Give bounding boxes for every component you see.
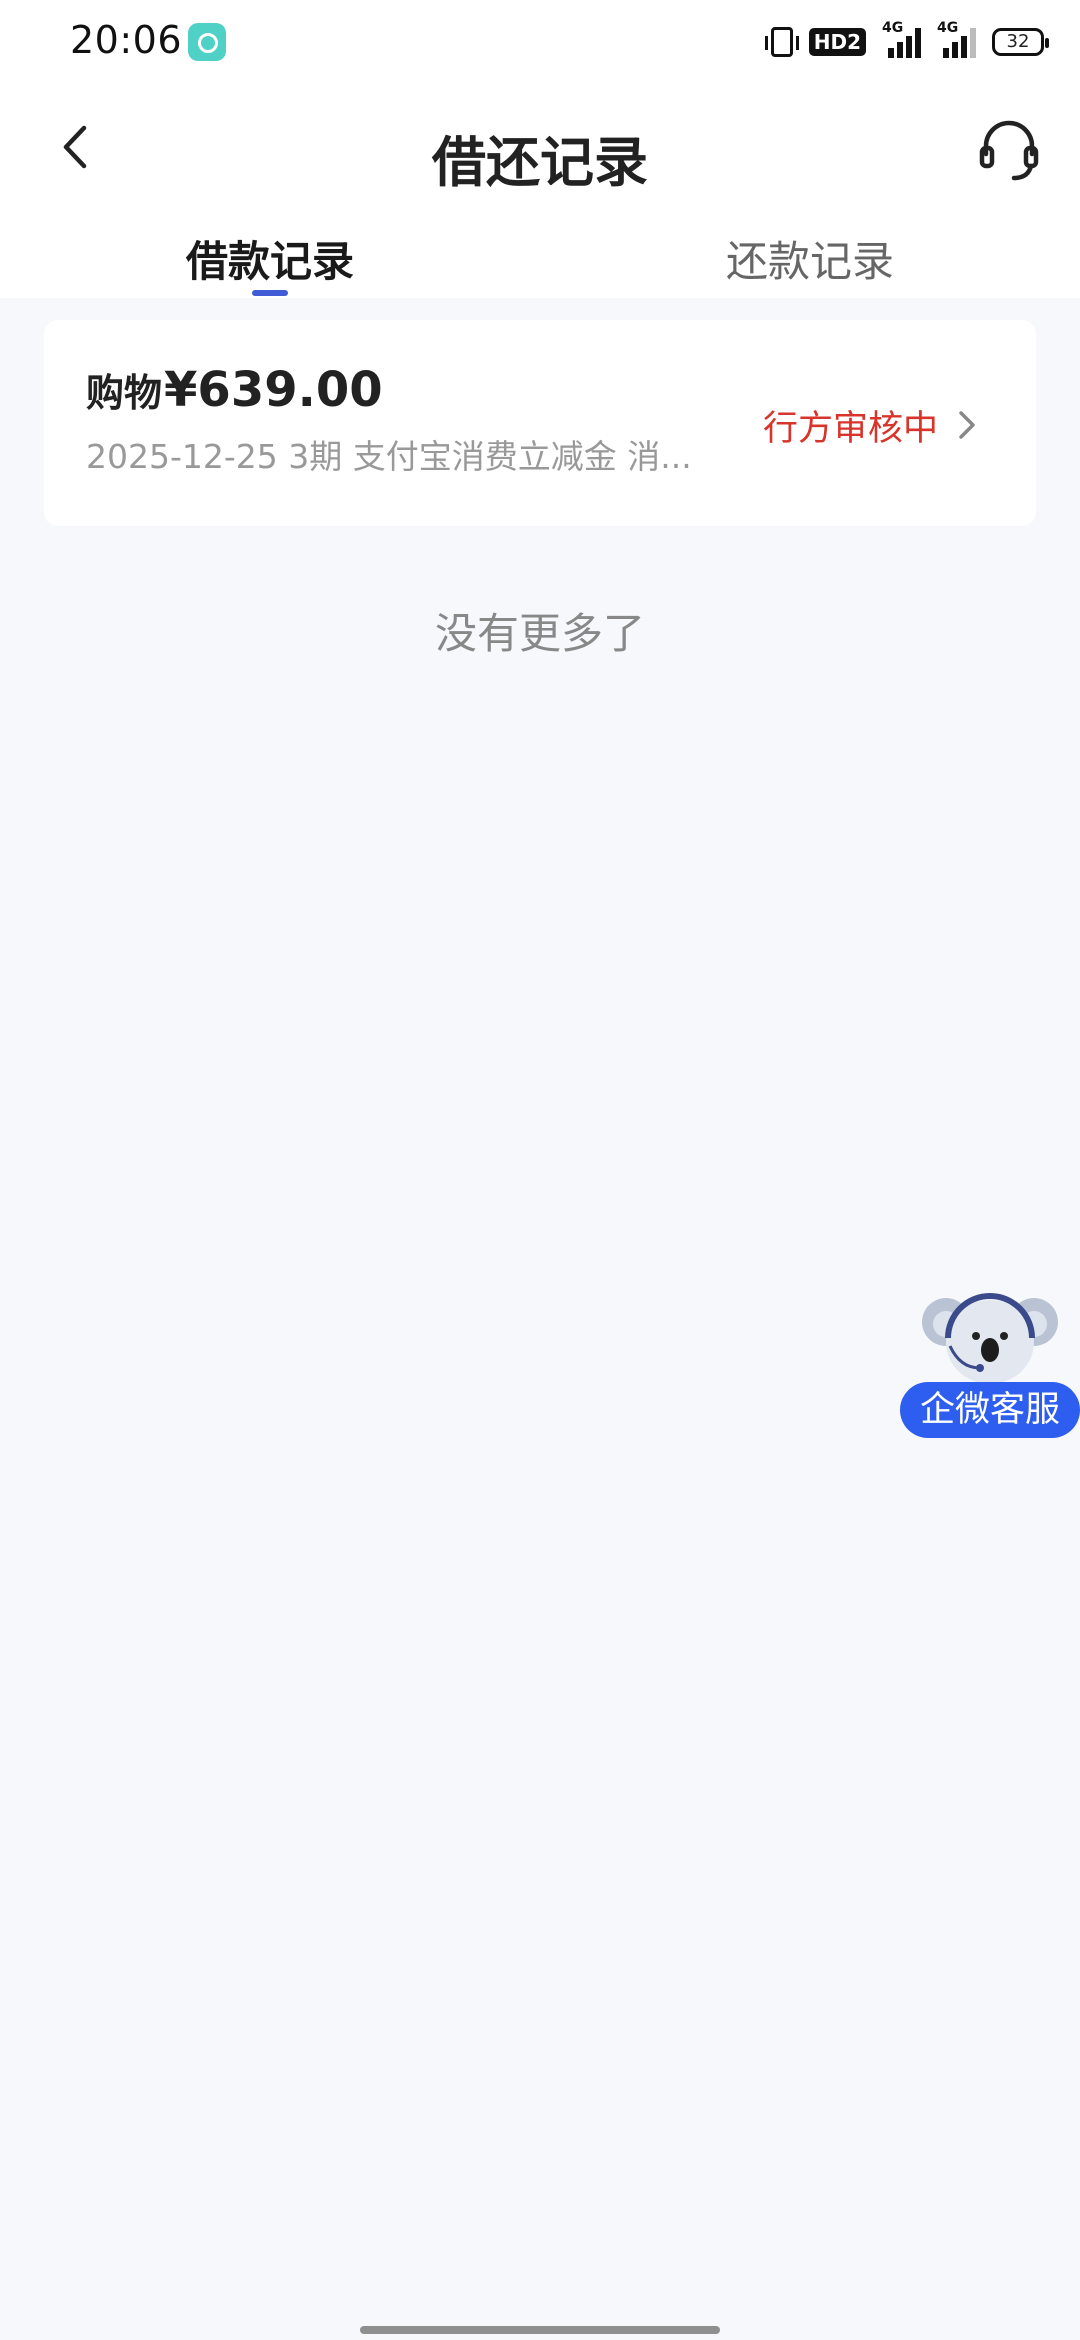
signal-icon: 4G xyxy=(882,20,921,58)
record-title: 购物 ¥639.00 xyxy=(86,362,383,418)
hd-icon: HD2 xyxy=(808,28,866,56)
battery-icon: 32 xyxy=(992,28,1049,56)
customer-service-button[interactable] xyxy=(976,116,1042,182)
signal-icon-2: 4G xyxy=(937,20,976,58)
wecom-service-button[interactable]: 企微客服 xyxy=(900,1382,1080,1438)
headset-icon xyxy=(979,120,1039,181)
home-indicator xyxy=(360,2326,720,2334)
active-tab-indicator xyxy=(252,290,288,296)
vibrate-icon xyxy=(764,27,799,57)
tab-borrow-records[interactable]: 借款记录 xyxy=(0,228,540,289)
list-end-text: 没有更多了 xyxy=(434,609,645,658)
status-time: 20:06 xyxy=(70,18,183,62)
record-status: 行方审核中 xyxy=(762,409,938,449)
record-type: 购物 xyxy=(86,371,163,415)
chevron-right-icon xyxy=(959,411,975,439)
page-title: 借还记录 xyxy=(432,131,648,194)
tab-repay-records[interactable]: 还款记录 xyxy=(540,228,1080,289)
record-amount: ¥639.00 xyxy=(164,362,383,418)
notification-app-icon xyxy=(188,23,226,61)
loan-record-card[interactable]: 购物 ¥639.00 2025-12-25 3期 支付宝消费立减金 消... 行… xyxy=(44,320,1036,526)
record-subtitle: 2025-12-25 3期 支付宝消费立减金 消... xyxy=(86,437,692,476)
status-icons: HD2 4G 4G 32 xyxy=(764,20,1049,62)
koala-mascot-icon[interactable] xyxy=(920,1286,1060,1396)
